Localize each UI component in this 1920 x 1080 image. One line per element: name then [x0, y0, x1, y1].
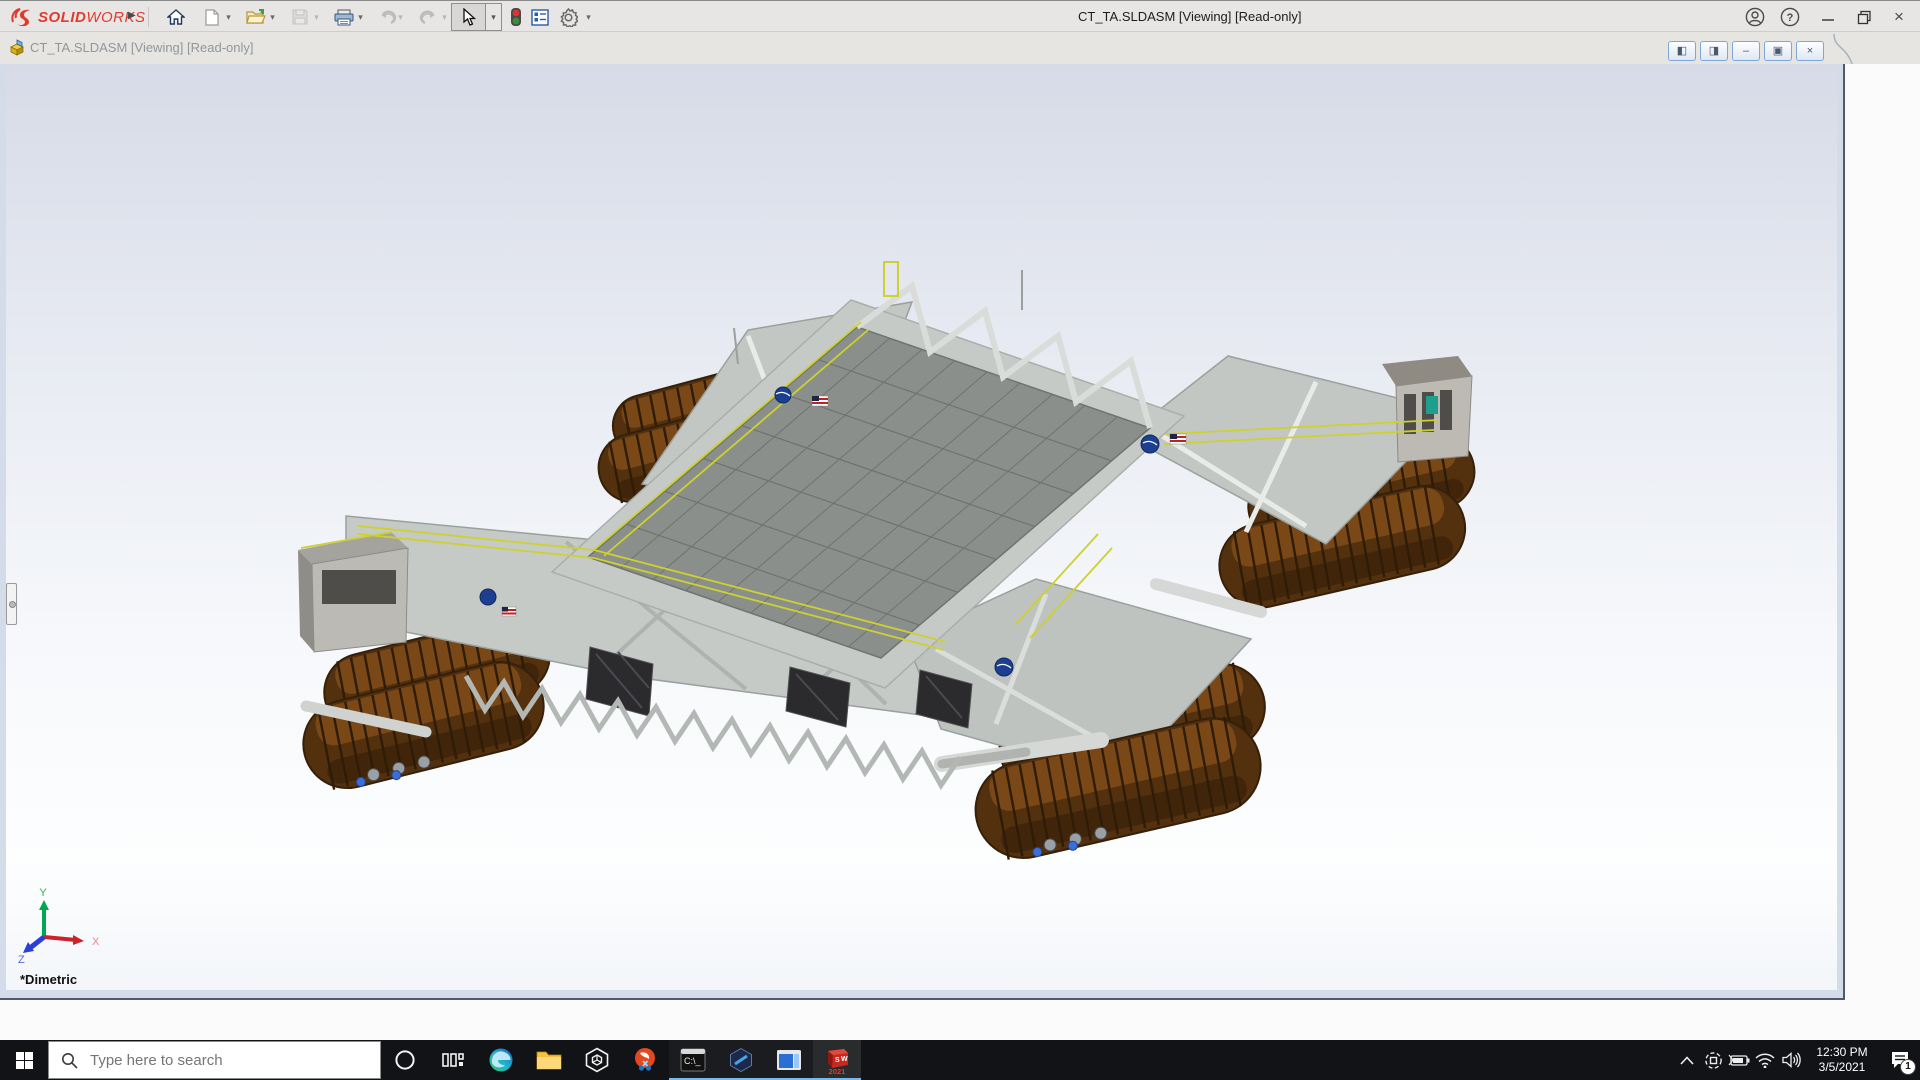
wordmark-solid: SOLID [38, 9, 86, 26]
search-input[interactable] [88, 1051, 352, 1070]
doc-minimize-button[interactable]: – [1732, 41, 1760, 61]
options-dropdown[interactable]: ▾ [582, 4, 595, 30]
document-title: CT_TA.SLDASM [Viewing] [Read-only] [30, 40, 254, 55]
triad-z-label: Z [18, 954, 25, 966]
window-app-icon[interactable] [765, 1040, 813, 1080]
svg-text:C:\_: C:\_ [684, 1056, 702, 1066]
print-dropdown[interactable]: ▾ [354, 4, 367, 30]
svg-text:S: S [835, 1057, 840, 1064]
command-prompt-icon[interactable]: C:\_ [669, 1040, 717, 1080]
menu-expand-arrow[interactable]: ▶ [128, 10, 136, 21]
reference-triad: Y X Z [18, 887, 100, 966]
svg-text:2021: 2021 [829, 1067, 846, 1075]
pane-right-button[interactable]: ◨ [1700, 41, 1728, 61]
svg-text:W: W [841, 1056, 848, 1063]
solidworks-taskbar-icon[interactable]: SW 2021 [813, 1040, 861, 1080]
crawler-transporter-model[interactable]: Y X Z [6, 64, 1837, 990]
close-button[interactable]: × [1884, 5, 1914, 29]
window-title: CT_TA.SLDASM [Viewing] [Read-only] [1078, 9, 1302, 24]
action-center-button[interactable]: 1 [1880, 1040, 1920, 1080]
edge-browser-icon[interactable] [477, 1040, 525, 1080]
cortana-button[interactable] [381, 1040, 429, 1080]
new-document-dropdown[interactable]: ▾ [222, 4, 235, 30]
mast [884, 262, 898, 296]
pane-left-button[interactable]: ◧ [1668, 41, 1696, 61]
tray-chevron-icon[interactable] [1674, 1040, 1700, 1080]
start-button[interactable] [0, 1040, 48, 1080]
document-titlebar [0, 32, 1920, 64]
save-dropdown: ▾ [310, 4, 323, 30]
minimize-button[interactable] [1813, 5, 1843, 29]
screen: SOLIDWORKS ▶ ▾ ▾ ▾ ▾ ▾ ▾ [0, 0, 1920, 1080]
document-frame: Y X Z *Dimetric [0, 64, 1845, 1000]
options-gear-button[interactable] [556, 4, 580, 30]
volume-icon[interactable] [1778, 1040, 1804, 1080]
toolbar-separator [148, 7, 149, 27]
battery-icon[interactable] [1726, 1040, 1752, 1080]
triad-x-label: X [92, 936, 100, 948]
taskbar-search[interactable] [48, 1041, 381, 1079]
docbar-end-curve [1832, 34, 1854, 64]
home-button[interactable] [163, 4, 189, 30]
clock-time: 12:30 PM [1810, 1045, 1874, 1060]
redo-dropdown: ▾ [438, 4, 451, 30]
restore-button[interactable] [1849, 5, 1879, 29]
hexagon-app-icon[interactable] [717, 1040, 765, 1080]
3d-viewport[interactable]: Y X Z *Dimetric [6, 64, 1837, 990]
media-capture-app-icon[interactable] [621, 1040, 669, 1080]
search-icon [61, 1052, 78, 1069]
tray-capture-icon[interactable] [1700, 1040, 1726, 1080]
select-tool-button[interactable] [451, 3, 486, 31]
triad-y-label: Y [39, 887, 47, 899]
svg-text:?: ? [1787, 12, 1794, 24]
task-view-button[interactable] [429, 1040, 477, 1080]
assembly-document-icon [9, 39, 27, 56]
clock-date: 3/5/2021 [1810, 1060, 1874, 1075]
appearance-stoplight-button[interactable] [506, 4, 526, 30]
wordmark-works: WORKS [86, 9, 145, 26]
taskbar-clock[interactable]: 12:30 PM 3/5/2021 [1810, 1045, 1874, 1075]
select-tool-dropdown[interactable]: ▾ [486, 3, 502, 31]
titlebar: SOLIDWORKS ▶ ▾ ▾ ▾ ▾ ▾ ▾ [0, 0, 1920, 32]
help-icon[interactable]: ? [1775, 5, 1805, 29]
doc-restore-button[interactable]: ▣ [1764, 41, 1792, 61]
taskbar: C:\_ SW 2021 [0, 1040, 1920, 1080]
undo-dropdown: ▾ [394, 4, 407, 30]
open-dropdown[interactable]: ▾ [266, 4, 279, 30]
wifi-icon[interactable] [1752, 1040, 1778, 1080]
file-explorer-icon[interactable] [525, 1040, 573, 1080]
doc-close-button[interactable]: × [1796, 41, 1824, 61]
login-user-icon[interactable] [1740, 5, 1770, 29]
left-cab [298, 532, 408, 652]
property-tab-builder-button[interactable] [528, 4, 552, 30]
system-tray: 12:30 PM 3/5/2021 1 [1674, 1040, 1920, 1080]
view-orientation-label: *Dimetric [20, 972, 77, 987]
3d-viewer-icon[interactable] [573, 1040, 621, 1080]
solidworks-logo-icon [10, 6, 34, 28]
notification-badge: 1 [1900, 1059, 1916, 1075]
featuremanager-splitter-handle[interactable] [6, 583, 17, 625]
